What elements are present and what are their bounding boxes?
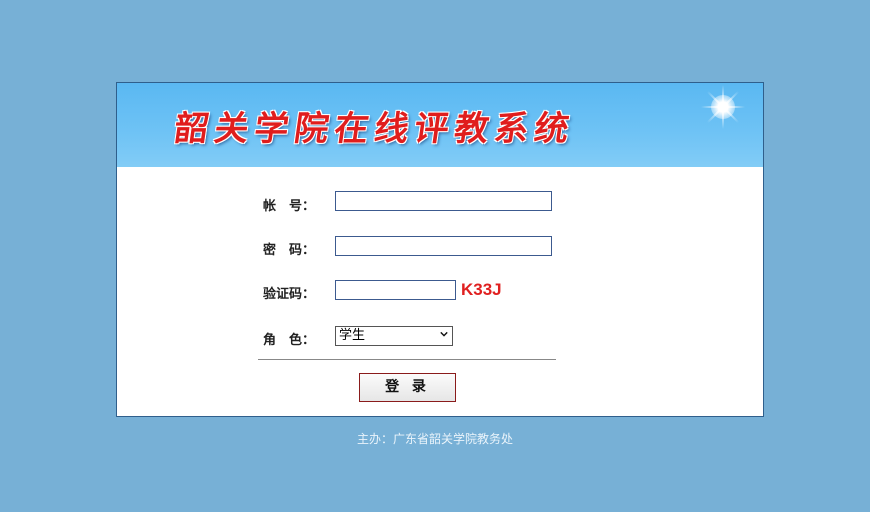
password-input[interactable] — [335, 236, 552, 256]
captcha-label: 验证码： — [263, 287, 316, 302]
captcha-code[interactable]: K33J — [461, 280, 502, 300]
captcha-input[interactable] — [335, 280, 456, 300]
account-input[interactable] — [335, 191, 552, 211]
role-select[interactable]: 学生 — [335, 326, 453, 346]
account-label: 帐 号： — [263, 199, 316, 214]
footer-sponsor: 主办：广东省韶关学院教务处 — [356, 432, 513, 446]
sun-icon — [701, 85, 745, 129]
login-button[interactable]: 登 录 — [359, 373, 456, 402]
chevron-down-icon — [440, 331, 448, 337]
role-label: 角 色： — [263, 333, 316, 348]
system-title: 韶关学院在线评教系统 — [171, 109, 578, 149]
password-label: 密 码： — [263, 243, 316, 258]
form-divider — [258, 359, 556, 360]
role-selected-value: 学生 — [339, 328, 366, 343]
login-panel: 韶关学院在线评教系统 帐 号： 密 码： 验证码： K33J 角 色： 学生 登… — [116, 82, 764, 417]
header-banner: 韶关学院在线评教系统 — [117, 83, 763, 167]
